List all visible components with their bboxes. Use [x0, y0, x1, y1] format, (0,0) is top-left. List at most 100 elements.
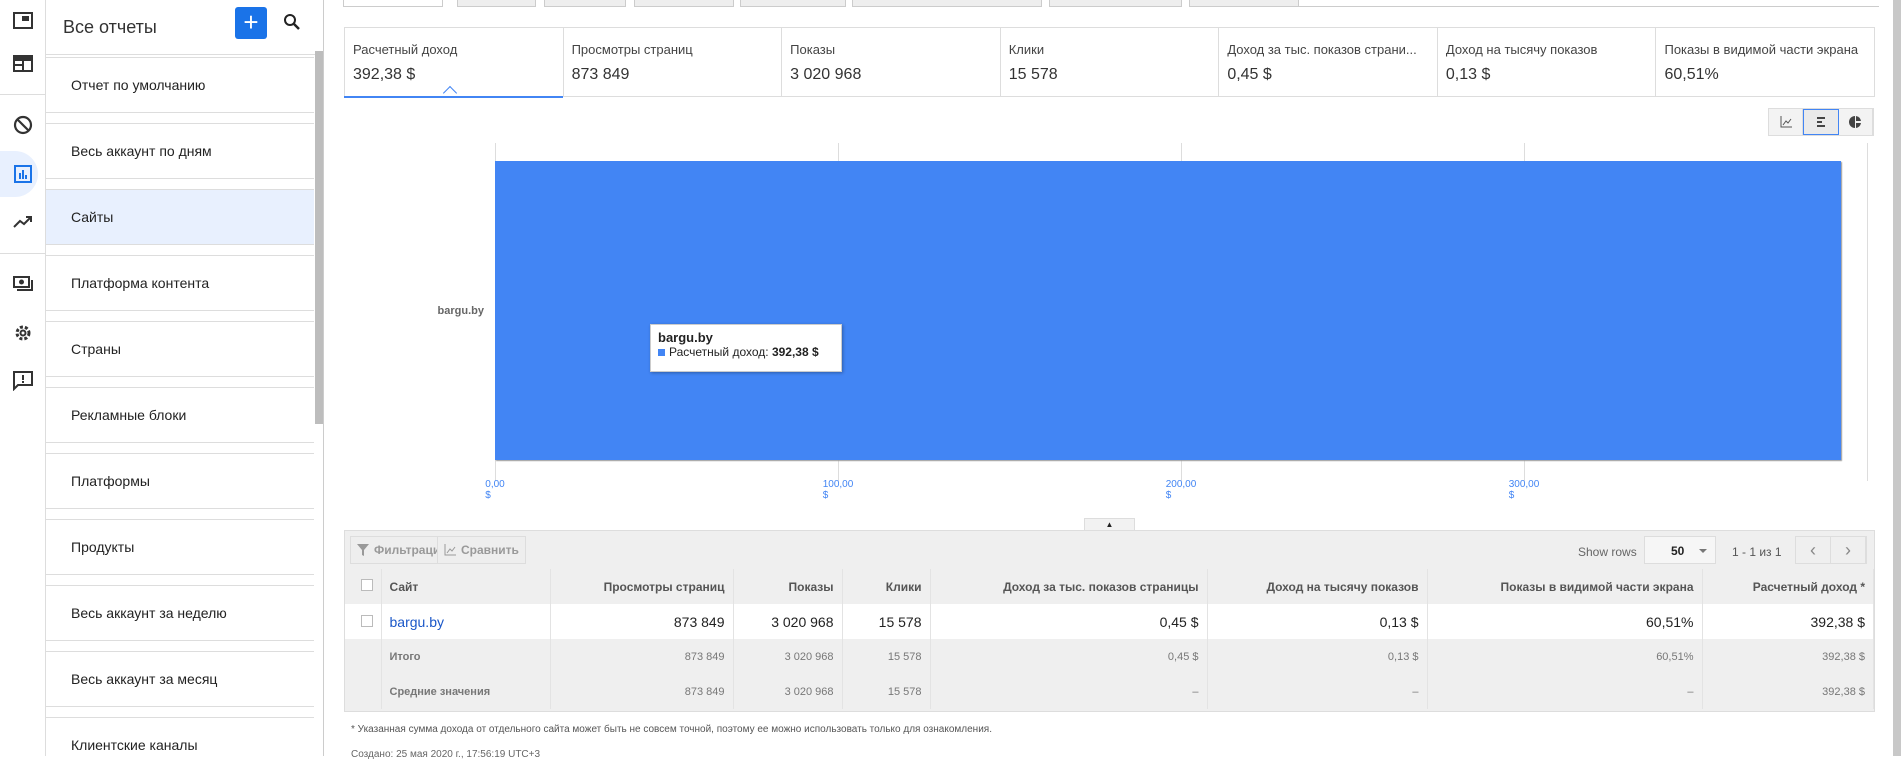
- metric-label: Доход на тысячу показов: [1445, 42, 1598, 57]
- gridline: [1867, 143, 1868, 481]
- metric-label: Клики: [1008, 42, 1045, 57]
- sidebar-item[interactable]: Платформы: [46, 453, 314, 509]
- sidebar-item[interactable]: Сайты: [46, 189, 314, 245]
- dropdown-arrow-icon: [1699, 549, 1707, 557]
- table-cell: 60,51%: [1427, 604, 1703, 639]
- search-icon[interactable]: [282, 12, 302, 32]
- tab[interactable]: [457, 0, 536, 7]
- table-cell: 873 849: [550, 604, 734, 639]
- trending-icon[interactable]: [0, 203, 46, 241]
- category-label: bargu.by: [437, 305, 484, 317]
- sidebar-item[interactable]: Рекламные блоки: [46, 387, 314, 443]
- sidebar-item[interactable]: Весь аккаунт за неделю: [46, 585, 314, 641]
- table-cell: 0,13 $: [1207, 639, 1428, 674]
- prev-page-button[interactable]: ‹: [1796, 537, 1831, 563]
- tab[interactable]: [634, 0, 734, 7]
- report-tabs: [343, 0, 1901, 7]
- table-cell: 0,45 $: [930, 639, 1208, 674]
- line-chart-button[interactable]: [1769, 109, 1804, 135]
- metric-value: 3 020 968: [790, 66, 862, 83]
- tooltip-value: 392,38 $: [771, 345, 819, 359]
- layout-icon[interactable]: [0, 45, 46, 83]
- reports-icon[interactable]: [0, 151, 46, 197]
- column-header[interactable]: Показы: [733, 569, 843, 604]
- column-header[interactable]: Доход на тысячу показов: [1207, 569, 1428, 604]
- metric-label: Просмотры страниц: [571, 42, 693, 57]
- tab[interactable]: [852, 0, 1042, 7]
- sidebar-item[interactable]: Отчет по умолчанию: [46, 57, 314, 113]
- column-header[interactable]: Просмотры страниц: [550, 569, 734, 604]
- checkbox-cell: [345, 674, 382, 709]
- table-cell: 392,38 $: [1702, 674, 1874, 709]
- table-cell: 392,38 $: [1702, 604, 1874, 639]
- sidebar-item[interactable]: Платформа контента: [46, 255, 314, 311]
- metric-label: Доход за тыс. показов страни...: [1227, 42, 1417, 57]
- page-scrollbar[interactable]: [1893, 0, 1901, 756]
- table-cell: 392,38 $: [1702, 639, 1874, 674]
- sidebar-scrollbar[interactable]: [315, 51, 323, 424]
- tooltip-title: bargu.by: [658, 330, 713, 345]
- payments-icon[interactable]: [0, 265, 46, 303]
- table-cell: 3 020 968: [733, 604, 843, 639]
- sidebar-item[interactable]: Клиентские каналы: [46, 717, 314, 756]
- line-chart-icon: [1780, 116, 1792, 128]
- metric-label: Показы в видимой части экрана: [1664, 42, 1859, 57]
- created-timestamp: Создано: 25 мая 2020 г., 17:56:19 UTC+3: [351, 749, 541, 760]
- tab[interactable]: [1189, 0, 1299, 7]
- x-tick-label: 0,00 $: [485, 479, 505, 501]
- table-cell: 3 020 968: [733, 639, 843, 674]
- rows-per-page-select[interactable]: 50: [1644, 536, 1716, 564]
- icon-rail: [0, 0, 46, 756]
- tab[interactable]: [343, 0, 443, 7]
- tab[interactable]: [740, 0, 846, 7]
- feedback-icon[interactable]: [0, 362, 46, 400]
- sidebar-item[interactable]: Весь аккаунт по дням: [46, 123, 314, 179]
- metric-card[interactable]: Показы 3 020 968: [782, 28, 1001, 96]
- filter-icon: [357, 544, 369, 556]
- table-cell: 3 020 968: [733, 674, 843, 709]
- chart-type-toggle: [1768, 108, 1874, 136]
- x-tick-label: 300,00 $: [1508, 479, 1540, 501]
- compare-button[interactable]: Сравнить: [437, 536, 526, 564]
- tab[interactable]: [1049, 0, 1182, 7]
- add-report-button[interactable]: +: [235, 7, 267, 39]
- report-table: Фильтрация Сравнить Show rows 50 1 - 1 и…: [344, 530, 1875, 712]
- block-icon[interactable]: [0, 106, 46, 144]
- next-page-button[interactable]: ›: [1831, 537, 1866, 563]
- table-cell: –: [1207, 674, 1428, 709]
- home-icon[interactable]: [0, 2, 46, 40]
- metric-card[interactable]: Клики 15 578: [1001, 28, 1220, 96]
- settings-icon[interactable]: [0, 314, 46, 352]
- checkbox-cell: [345, 639, 382, 674]
- x-tick-label: 100,00 $: [822, 479, 854, 501]
- sidebar-item[interactable]: Весь аккаунт за месяц: [46, 651, 314, 707]
- bar[interactable]: [495, 161, 1841, 460]
- metric-value: 873 849: [571, 66, 630, 83]
- select-all-checkbox[interactable]: [360, 579, 373, 591]
- metric-card[interactable]: Доход на тысячу показов 0,13 $: [1438, 28, 1657, 96]
- column-header[interactable]: Расчетный доход *: [1702, 569, 1874, 604]
- column-header[interactable]: Клики: [842, 569, 931, 604]
- metric-cards: Расчетный доход 392,38 $ Просмотры страниц…: [344, 27, 1875, 101]
- compare-label: Сравнить: [461, 543, 519, 557]
- bar-chart-button[interactable]: [1803, 109, 1839, 135]
- column-header[interactable]: Показы в видимой части экрана: [1427, 569, 1703, 604]
- metric-card[interactable]: Доход за тыс. показов страни... 0,45 $: [1219, 28, 1438, 96]
- metric-value: 60,51%: [1664, 66, 1719, 83]
- column-header[interactable]: Сайт: [381, 569, 551, 604]
- tab[interactable]: [544, 0, 626, 7]
- metric-card[interactable]: Расчетный доход 392,38 $: [344, 28, 564, 101]
- column-header[interactable]: Доход за тыс. показов страницы: [930, 569, 1208, 604]
- legend-swatch: [658, 349, 665, 356]
- sidebar-item[interactable]: Продукты: [46, 519, 314, 575]
- metric-card[interactable]: Просмотры страниц 873 849: [564, 28, 783, 96]
- metric-card[interactable]: Показы в видимой части экрана 60,51%: [1656, 28, 1874, 96]
- site-link[interactable]: bargu.by: [390, 614, 444, 630]
- metric-value: 392,38 $: [353, 66, 416, 83]
- sidebar-item[interactable]: Страны: [46, 321, 314, 377]
- row-checkbox[interactable]: [360, 614, 373, 627]
- rows-value: 50: [1671, 544, 1685, 558]
- collapse-chart-toggle[interactable]: ▲: [1084, 518, 1135, 530]
- table-cell: Средние значения: [381, 674, 551, 709]
- pie-chart-button[interactable]: [1838, 109, 1873, 135]
